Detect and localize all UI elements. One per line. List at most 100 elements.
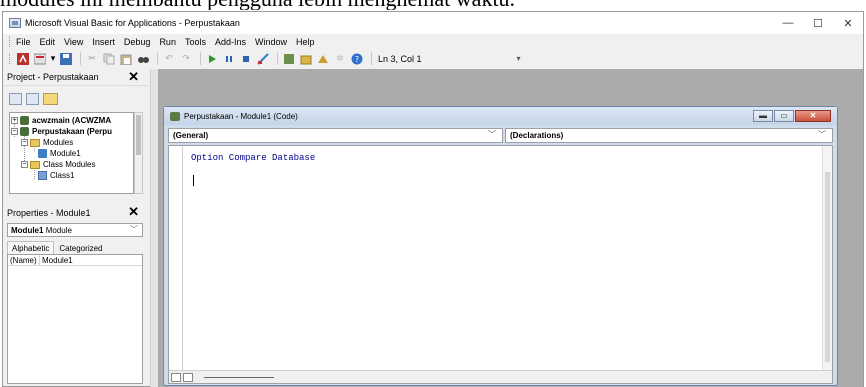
menu-help[interactable]: Help [296,37,315,47]
property-value[interactable]: Module1 [40,256,73,265]
editor-vertical-scrollbar[interactable] [822,146,832,383]
view-access-icon[interactable] [16,52,30,65]
view-code-icon[interactable] [9,93,22,105]
object-combo-value: (General) [173,131,209,140]
code-editor[interactable]: Option Compare Database [168,145,833,384]
object-combo[interactable]: (General) ﹀ [168,128,503,143]
object-type: Module [45,225,72,235]
code-window: Perpustakaan - Module1 (Code) ▬ ▭ ✕ (Gen… [163,106,838,386]
project-toolbar [3,86,149,112]
code-window-controls: ▬ ▭ ✕ [752,110,831,122]
tree-item-perpustakaan[interactable]: − Perpustakaan (Perpu [11,126,112,137]
menu-view[interactable]: View [64,37,83,47]
chevron-down-icon[interactable]: ﹀ [130,224,138,235]
properties-grid: (Name) Module1 [7,254,143,384]
menu-window[interactable]: Window [255,37,287,47]
find-icon[interactable] [136,52,150,65]
object-select[interactable]: Module1 Module ﹀ [7,223,143,237]
design-mode-icon[interactable] [256,52,270,65]
chevron-down-icon[interactable]: ﹀ [818,129,826,140]
reset-icon[interactable] [239,52,253,65]
class-module-icon [38,171,47,180]
module-icon [38,149,47,158]
copy-icon[interactable] [102,52,116,65]
object-browser-icon[interactable] [316,52,330,65]
margin-indicator-bar[interactable] [169,146,183,383]
tree-item-class-modules[interactable]: − Class Modules [21,159,95,170]
menu-edit[interactable]: Edit [40,37,56,47]
panel-splitter[interactable] [150,69,158,387]
full-module-view-icon[interactable] [183,373,193,382]
property-key: (Name) [8,255,40,265]
menu-debug[interactable]: Debug [124,37,151,47]
procedure-view-icon[interactable] [171,373,181,382]
tab-categorized[interactable]: Categorized [54,241,108,254]
help-icon[interactable]: ? [350,52,364,65]
code-window-icon [170,111,180,121]
properties-tabs: Alphabetic Categorized [7,241,143,254]
collapse-icon[interactable]: − [11,128,18,135]
tree-item-acwzmain[interactable]: + acwzmain (ACWZMA [11,115,111,126]
menu-file[interactable]: File [16,37,31,47]
insert-module-icon[interactable] [33,52,47,65]
properties-window-icon[interactable] [299,52,313,65]
toolbar-overflow-icon[interactable]: ▾ [517,54,521,63]
save-icon[interactable] [59,52,73,65]
expand-icon[interactable]: + [11,117,18,124]
paste-icon[interactable] [119,52,133,65]
vba-project-icon [20,127,29,136]
project-panel-close-icon[interactable]: ✕ [128,70,139,84]
project-panel-header: Project - Perpustakaan ✕ [3,69,149,86]
toggle-folders-icon[interactable] [43,93,58,105]
vba-project-icon [20,116,29,125]
toolbar-separator [80,52,81,65]
property-row[interactable]: (Name) Module1 [8,255,142,266]
folder-icon [30,160,40,169]
code-minimize-button[interactable]: ▬ [753,110,773,122]
procedure-combo-value: (Declarations) [510,131,564,140]
cursor-position: Ln 3, Col 1 [378,53,422,64]
tab-alphabetic[interactable]: Alphabetic [7,241,55,254]
collapse-icon[interactable]: − [21,161,28,168]
minimize-button[interactable]: — [773,12,803,34]
collapse-icon[interactable]: − [21,139,28,146]
scrollbar-thumb[interactable] [136,115,141,155]
editor-horizontal-scrollbar[interactable] [204,377,274,378]
menu-bar: File Edit View Insert Debug Run Tools Ad… [3,34,863,49]
undo-icon[interactable]: ↶ [162,52,176,65]
toolbox-icon[interactable]: ✲ [333,52,347,65]
menubar-grip[interactable] [9,36,12,47]
code-text[interactable]: Option Compare Database [191,153,315,163]
tree-item-modules[interactable]: − Modules [21,137,73,148]
toolbar-separator [371,52,372,65]
tree-label: Module1 [50,149,81,158]
vba-app-icon [9,18,21,28]
menu-add-ins[interactable]: Add-Ins [215,37,246,47]
tree-item-module1[interactable]: Module1 [38,148,81,159]
dropdown-arrow-icon[interactable]: ▾ [50,52,56,65]
close-button[interactable]: ✕ [833,12,863,34]
folder-icon [30,138,40,147]
view-object-icon[interactable] [26,93,39,105]
maximize-button[interactable]: ☐ [803,12,833,34]
code-maximize-button[interactable]: ▭ [774,110,794,122]
menu-run[interactable]: Run [159,37,176,47]
window-title: Microsoft Visual Basic for Applications … [25,18,240,28]
menu-insert[interactable]: Insert [92,37,115,47]
scrollbar-thumb[interactable] [825,172,830,362]
tree-item-class1[interactable]: Class1 [38,170,74,181]
code-close-button[interactable]: ✕ [795,110,831,122]
menu-tools[interactable]: Tools [185,37,206,47]
project-explorer-icon[interactable] [282,52,296,65]
cut-icon[interactable]: ✂ [85,52,99,65]
redo-icon[interactable]: ↷ [179,52,193,65]
mdi-workspace: Perpustakaan - Module1 (Code) ▬ ▭ ✕ (Gen… [158,69,863,387]
properties-panel-close-icon[interactable]: ✕ [128,205,139,219]
run-icon[interactable] [205,52,219,65]
toolbar-grip[interactable] [9,53,12,64]
procedure-combo[interactable]: (Declarations) ﹀ [505,128,833,143]
chevron-down-icon[interactable]: ﹀ [488,129,496,140]
break-icon[interactable] [222,52,236,65]
project-tree-scrollbar[interactable] [134,112,143,194]
tree-label: Class1 [50,171,75,180]
